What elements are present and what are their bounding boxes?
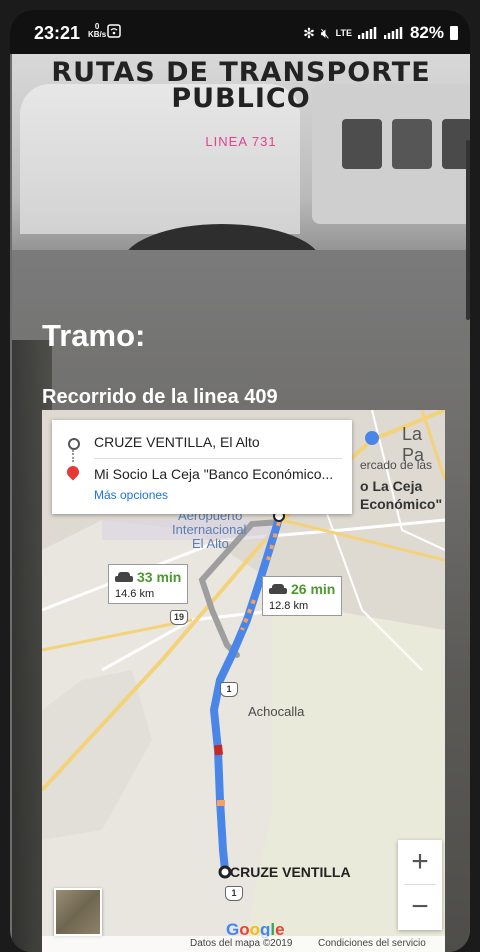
place-mercado: ercado de las	[360, 458, 433, 472]
network-type: LTE	[335, 28, 352, 38]
battery-percent: 82%	[409, 23, 444, 42]
place-la-ceja-1: o La Ceja	[360, 478, 423, 494]
destination-text: Mi Socio La Ceja "Banco Económico...	[94, 466, 334, 482]
place-airport-3: El Alto	[192, 536, 229, 551]
map-attribution: Datos del mapa ©2019	[190, 938, 293, 949]
map-footer: Datos del mapa ©2019 Condiciones del ser…	[42, 936, 445, 952]
signal-icon-1	[357, 27, 377, 39]
section-heading: Tramo:	[42, 318, 146, 353]
bluetooth-icon: ✻	[303, 24, 315, 41]
satellite-toggle[interactable]	[54, 888, 102, 936]
end-point-label: CRUZE VENTILLA	[230, 864, 351, 880]
car-icon	[269, 584, 287, 596]
status-time: 23:21	[34, 23, 81, 43]
zoom-in-button[interactable]: +	[398, 840, 442, 884]
wifi-icon	[107, 24, 121, 38]
route-map[interactable]: La Pa ercado de las o La Ceja Económico"…	[42, 410, 445, 952]
battery-icon	[450, 26, 458, 40]
terms-link[interactable]: Condiciones del servicio	[318, 938, 426, 949]
road-shield: 19	[170, 610, 188, 625]
status-bar: 23:21 0 KB/s ✻ 🔇︎ LTE 82%	[10, 10, 470, 54]
zoom-out-button[interactable]: −	[398, 885, 442, 929]
road-shield: 1	[220, 682, 238, 697]
directions-card[interactable]: CRUZE VENTILLA, El Alto Mi Socio La Ceja…	[52, 420, 352, 514]
destination-pin-icon	[64, 463, 82, 481]
network-speed: 0 KB/s	[88, 22, 107, 39]
signal-icon-2	[383, 27, 403, 39]
zoom-controls: + −	[398, 840, 442, 930]
origin-icon	[68, 438, 80, 450]
page-title: RUTAS DE TRANSPORTE PUBLICO	[51, 57, 431, 114]
route-eta-main[interactable]: 26 min 12.8 km	[262, 576, 343, 616]
mute-icon: 🔇︎	[320, 24, 330, 41]
phone-screen: 23:21 0 KB/s ✻ 🔇︎ LTE 82% RUTAS DE TRANS…	[10, 10, 470, 952]
route-eta-alt[interactable]: 33 min 14.6 km	[108, 564, 189, 604]
section-subheading: Recorrido de la linea 409	[42, 386, 278, 408]
more-options-link[interactable]: Más opciones	[94, 488, 168, 502]
line-subtitle: LINEA 731	[205, 134, 277, 149]
hero-banner: RUTAS DE TRANSPORTE PUBLICO LINEA 731	[12, 54, 470, 260]
road-shield: 1	[225, 886, 243, 901]
car-icon	[115, 572, 133, 584]
place-la-ceja-2: Económico"	[360, 496, 443, 512]
place-achocalla: Achocalla	[248, 704, 305, 719]
place-airport-2: Internacional	[172, 522, 247, 537]
origin-text: CRUZE VENTILLA, El Alto	[94, 434, 260, 450]
scrollbar[interactable]	[466, 140, 470, 320]
